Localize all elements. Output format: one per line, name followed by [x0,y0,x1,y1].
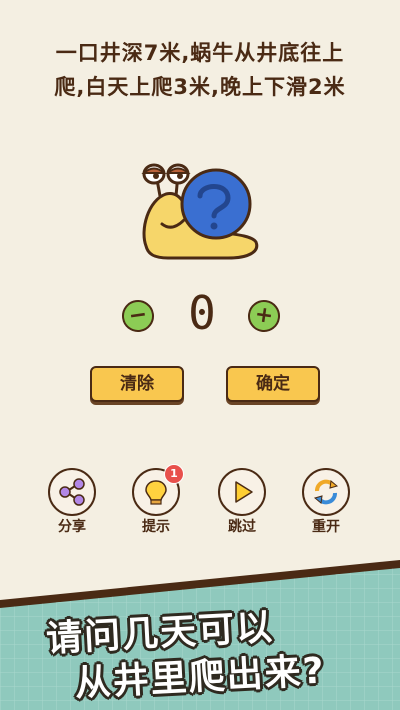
skip-label: 跳过 [228,519,256,535]
restart-label: 重开 [312,519,340,535]
clear-button[interactable]: 清除 [90,366,184,402]
share-label: 分享 [58,519,86,535]
hint-label: 提示 [142,519,170,535]
answer-counter: − 0 + [0,286,400,346]
hint-badge: 1 [164,464,184,484]
hint-button[interactable]: 1 提示 [126,464,186,542]
question-line-1: 一口井深7米,蜗牛从井底往上 [55,41,345,65]
snail-illustration [141,163,259,260]
question-line-2: 爬,白天上爬3米,晚上下滑2米 [54,75,346,99]
question-text: 一口井深7米,蜗牛从井底往上 爬,白天上爬3米,晚上下滑2米 [18,36,382,104]
minus-icon: − [127,301,149,330]
share-icon [59,478,85,506]
skip-button[interactable]: 跳过 [212,468,272,542]
tool-bar: 分享 1 提示 跳过 重开 [0,464,400,542]
answer-value: 0 [188,286,216,340]
share-button[interactable]: 分享 [42,468,102,542]
decrement-button[interactable]: − [119,297,157,335]
confirm-button[interactable]: 确定 [226,366,320,402]
play-icon [235,481,253,503]
restart-button[interactable]: 重开 [296,468,356,542]
restart-icon [313,479,339,505]
increment-button[interactable]: + [245,297,283,335]
plus-icon: + [253,301,275,330]
